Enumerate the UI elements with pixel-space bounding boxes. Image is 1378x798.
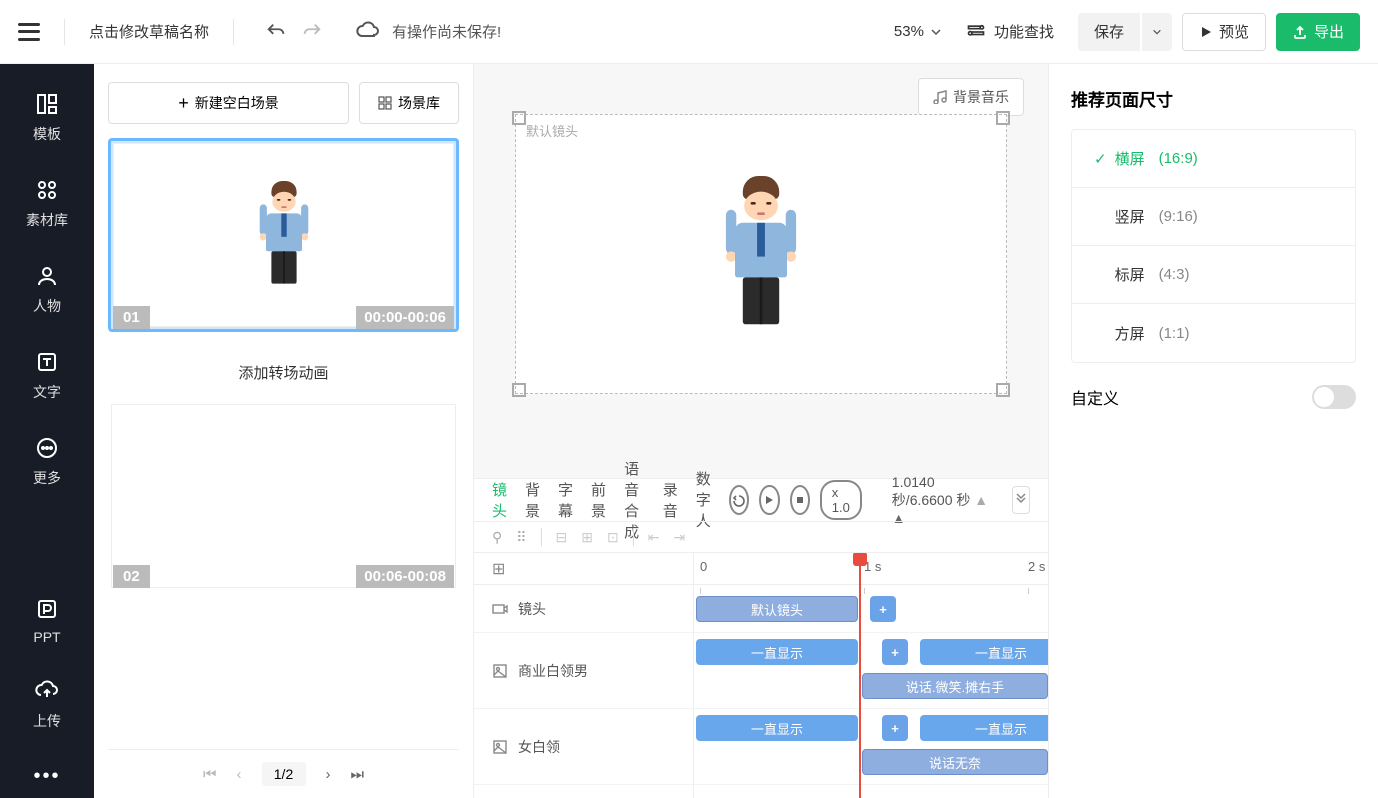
- track-woman[interactable]: 一直显示 + 一直显示 说话无奈: [694, 709, 1048, 785]
- clip-default-shot[interactable]: 默认镜头: [696, 596, 858, 622]
- pager-first[interactable]: ⏮: [203, 766, 217, 783]
- scene-number: 01: [113, 306, 150, 329]
- nav-template[interactable]: 模板: [33, 92, 61, 144]
- tl-tab-bg[interactable]: 背景: [525, 479, 540, 521]
- clip-woman-action[interactable]: 说话无奈: [862, 749, 1048, 775]
- tl-speed[interactable]: x 1.0: [820, 480, 862, 520]
- zoom-out-icon[interactable]: ▲: [974, 492, 988, 508]
- right-panel: 推荐页面尺寸 ✓横屏(16:9) ✓竖屏(9:16) ✓标屏(4:3) ✓方屏(…: [1048, 64, 1378, 798]
- tl-tool-d[interactable]: ⇤: [648, 529, 660, 546]
- tl-tab-record[interactable]: 录音: [663, 479, 678, 521]
- nav-more-dots[interactable]: •••: [33, 765, 60, 788]
- tl-rewind[interactable]: [729, 485, 749, 515]
- play-icon: [1199, 25, 1213, 39]
- track-label-man: 商业白领男: [474, 633, 693, 709]
- shot-label: 默认镜头: [526, 121, 578, 140]
- hamburger-icon[interactable]: [18, 23, 40, 41]
- pager-last[interactable]: ⏭: [351, 766, 365, 783]
- pager: ⏮ ‹ › ⏭: [108, 749, 459, 798]
- side-nav: 模板 素材库 人物 文字 更多 PPT 上传 •••: [0, 64, 94, 798]
- tl-tab-subtitle[interactable]: 字幕: [558, 479, 573, 521]
- new-blank-scene-button[interactable]: +新建空白场景: [108, 82, 349, 124]
- track-man[interactable]: 一直显示 + 一直显示 说话.微笑.摊右手: [694, 633, 1048, 709]
- tl-tab-fg[interactable]: 前景: [591, 479, 606, 521]
- rp-title: 推荐页面尺寸: [1071, 86, 1356, 111]
- track-shot[interactable]: 默认镜头 +: [694, 585, 1048, 633]
- export-icon: [1292, 24, 1308, 40]
- tl-toolbar: ⚲ ⠿ ⊟ ⊞ ⊡ ⇤ ⇥: [474, 521, 1048, 553]
- add-transition[interactable]: 添加转场动画: [108, 362, 459, 383]
- zoom-dropdown[interactable]: 53%: [894, 23, 942, 40]
- clip-woman-show1[interactable]: 一直显示: [696, 715, 858, 741]
- save-button-group: 保存: [1078, 13, 1172, 51]
- scene-number: 02: [113, 565, 150, 588]
- music-icon: [933, 90, 947, 104]
- tl-tool-b[interactable]: ⊞: [581, 529, 593, 546]
- nav-more[interactable]: 更多: [33, 436, 61, 488]
- search-settings-icon: [966, 22, 986, 42]
- scene-card-1[interactable]: 01 00:00-00:06: [108, 138, 459, 332]
- tl-tool-tree[interactable]: ⠿: [516, 529, 526, 546]
- cloud-icon: [350, 14, 386, 50]
- size-square[interactable]: ✓方屏(1:1): [1072, 304, 1355, 362]
- tl-collapse[interactable]: [1012, 486, 1030, 514]
- scene-time: 00:06-00:08: [356, 565, 454, 588]
- clip-man-action[interactable]: 说话.微笑.摊右手: [862, 673, 1048, 699]
- clip-add-woman1[interactable]: +: [882, 715, 908, 741]
- tl-ruler[interactable]: 0 1 s 2 s 3 s 4 s: [694, 553, 1048, 585]
- redo-button[interactable]: [294, 14, 330, 50]
- save-dropdown[interactable]: [1142, 13, 1172, 51]
- canvas[interactable]: 默认镜头: [515, 114, 1007, 394]
- tl-time: 1.0140 秒/6.6600 秒 ▲ ▲: [892, 474, 992, 526]
- scene-library-button[interactable]: 场景库: [359, 82, 459, 124]
- pager-prev[interactable]: ‹: [237, 766, 242, 783]
- scene-time: 00:00-00:06: [356, 306, 454, 329]
- timeline: 镜头 背景 字幕 前景 语音合成 录音 数字人 x 1.0 1.0140 秒/6…: [474, 478, 1048, 798]
- tl-play[interactable]: [759, 485, 779, 515]
- unsaved-text: 有操作尚未保存!: [392, 21, 501, 42]
- canvas-area: 背景音乐 默认镜头: [474, 64, 1048, 478]
- export-button[interactable]: 导出: [1276, 13, 1360, 51]
- scene-card-2[interactable]: 02 00:06-00:08: [108, 401, 459, 591]
- pager-next[interactable]: ›: [326, 766, 331, 783]
- track-label-woman: 女白领: [474, 709, 693, 785]
- pager-input[interactable]: [262, 762, 306, 786]
- nav-library[interactable]: 素材库: [26, 178, 68, 230]
- tl-stop[interactable]: [790, 485, 810, 515]
- clip-add-man1[interactable]: +: [882, 639, 908, 665]
- nav-text[interactable]: 文字: [33, 350, 61, 402]
- save-button[interactable]: 保存: [1078, 13, 1140, 51]
- clip-woman-show2[interactable]: 一直显示: [920, 715, 1048, 741]
- draft-name[interactable]: 点击修改草稿名称: [89, 21, 209, 42]
- tl-tab-shot[interactable]: 镜头: [492, 479, 507, 521]
- size-landscape[interactable]: ✓横屏(16:9): [1072, 130, 1355, 188]
- playhead[interactable]: [859, 553, 861, 798]
- tl-grid-icon[interactable]: ⊞: [474, 553, 693, 585]
- undo-button[interactable]: [258, 14, 294, 50]
- tl-tool-c[interactable]: ⊡: [607, 529, 619, 546]
- clip-man-show1[interactable]: 一直显示: [696, 639, 858, 665]
- tl-tool-filter[interactable]: ⚲: [492, 529, 502, 546]
- nav-ppt[interactable]: PPT: [33, 597, 60, 645]
- size-portrait[interactable]: ✓竖屏(9:16): [1072, 188, 1355, 246]
- clip-add-shot[interactable]: +: [870, 596, 896, 622]
- custom-toggle[interactable]: [1312, 385, 1356, 409]
- track-label-shot: 镜头: [474, 585, 693, 633]
- function-search[interactable]: 功能查找: [966, 21, 1054, 42]
- nav-character[interactable]: 人物: [33, 264, 61, 316]
- top-bar: 点击修改草稿名称 有操作尚未保存! 53% 功能查找 保存 预览 导出: [0, 0, 1378, 64]
- clip-man-show2[interactable]: 一直显示: [920, 639, 1048, 665]
- tl-tool-e[interactable]: ⇥: [673, 529, 685, 546]
- scene-panel: +新建空白场景 场景库 01 00:00-00:06 添加转场动画 02 00:…: [94, 64, 474, 798]
- custom-label: 自定义: [1071, 385, 1119, 409]
- tl-tool-a[interactable]: ⊟: [556, 529, 568, 546]
- preview-button[interactable]: 预览: [1182, 13, 1266, 51]
- nav-upload[interactable]: 上传: [33, 679, 61, 731]
- size-standard[interactable]: ✓标屏(4:3): [1072, 246, 1355, 304]
